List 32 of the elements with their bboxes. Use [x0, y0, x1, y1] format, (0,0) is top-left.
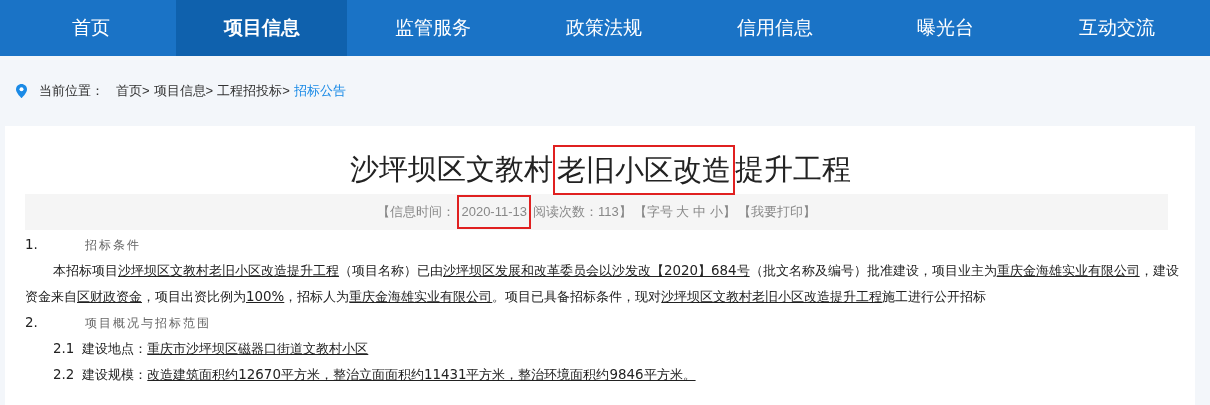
article-meta: 阅读次数：113】	[533, 203, 632, 222]
item-value: 改造建筑面积约12670平方米，整治立面面积约11431平方米，整治环境面积约9846平方米。	[147, 366, 696, 384]
nav-tab[interactable]: 政策法规	[518, 0, 689, 56]
article-meta: 【我要打印】	[737, 203, 816, 222]
breadcrumb-link[interactable]: 项目信息>	[153, 81, 214, 101]
item-label: 建设地点：	[82, 340, 148, 358]
article-title: 沙坪坝区文教村	[349, 152, 553, 188]
location-pin-icon	[16, 84, 27, 98]
nav-tab[interactable]: 互动交流	[1031, 0, 1202, 56]
breadcrumb-link[interactable]: 工程招投标>	[217, 81, 290, 101]
breadcrumb-link[interactable]: 招标公告	[293, 81, 346, 101]
breadcrumb-link[interactable]: 首页>	[116, 81, 150, 101]
section-number: 1.	[25, 236, 39, 254]
item-number: 2.2	[53, 366, 75, 384]
nav-tab[interactable]: 信用信息	[689, 0, 860, 56]
article-title: 提升工程	[734, 152, 851, 188]
breadcrumb-label: 当前位置：	[39, 82, 104, 101]
article-meta-highlighted: 2020-11-13	[457, 195, 531, 229]
article-meta: 【信息时间：	[377, 203, 456, 222]
section-heading: 项目概况与招标范围	[85, 315, 211, 332]
nav-tab[interactable]: 监管服务	[347, 0, 518, 56]
item-number: 2.1	[53, 340, 75, 358]
item-value: 重庆市沙坪坝区磁器口街道文教村小区	[147, 340, 369, 358]
paragraph: 本招标项目沙坪坝区文教村老旧小区改造提升工程（项目名称）已由沙坪坝区发展和改革委员会以沙发改【2020】684号（批文名称及编号）批准建设，项目业主为重庆金海雄实业有限公司，建设资金来自区财政资金，项目出资比例为100%，招标人为重庆金海雄实业有限公司。项目已具备招标条件，现对沙坪坝区文教村老旧小区改造提升工程施工进行公开招标	[25, 262, 1180, 306]
nav-tab[interactable]: 首页	[5, 0, 176, 56]
article-meta: 【字号 大 中 小】	[633, 203, 736, 222]
nav-tab[interactable]: 曝光台	[860, 0, 1031, 56]
article-title-highlighted: 老旧小区改造	[552, 145, 735, 195]
section-number: 2.	[25, 314, 39, 332]
section-heading: 招标条件	[85, 237, 141, 254]
nav-tab[interactable]: 项目信息	[176, 0, 347, 56]
item-label: 建设规模：	[82, 366, 148, 384]
